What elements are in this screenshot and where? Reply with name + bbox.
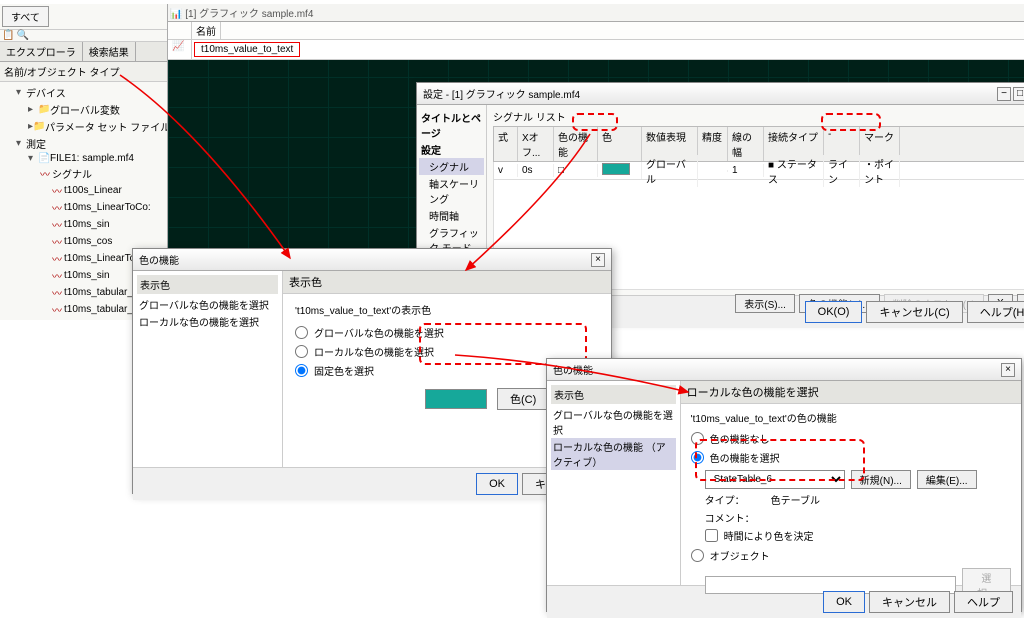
grid-cell[interactable]: ・ポイント — [860, 155, 900, 187]
section-title: 表示色 — [283, 271, 611, 294]
column-header[interactable]: 色 — [598, 127, 642, 161]
color-button[interactable]: 色(C) — [497, 388, 549, 410]
category-title-page[interactable]: タイトルとページ — [419, 109, 484, 141]
tree-node[interactable]: 〰t100s_Linear — [0, 182, 167, 199]
grid-row[interactable]: v0s□グローバル1■ ステータスライン・ポイント — [493, 162, 1024, 180]
explorer-tab[interactable]: エクスプローラ — [0, 42, 83, 61]
grid-cell[interactable]: 0s — [518, 164, 554, 177]
sidebar-header: 表示色 — [551, 385, 676, 404]
maximize-icon[interactable]: □ — [1013, 87, 1024, 101]
settings-category-item[interactable]: 時間軸 — [419, 207, 484, 224]
ok-button[interactable]: OK(O) — [805, 301, 863, 323]
settings-category-item[interactable]: シグナル — [419, 158, 484, 175]
signal-list-label: シグナル リスト — [493, 109, 1024, 124]
column-header[interactable]: 色の機能 — [554, 127, 598, 161]
sidebar-item-local[interactable]: ローカルな色の機能を選択 — [137, 313, 278, 330]
sidebar-item-local-active[interactable]: ローカルな色の機能 （アクティブ） — [551, 438, 676, 470]
search-results-tab[interactable]: 検索結果 — [83, 42, 136, 61]
column-header-name: 名前 — [192, 22, 221, 39]
section-title: ローカルな色の機能を選択 — [681, 381, 1021, 404]
column-header[interactable]: 式 — [494, 127, 518, 161]
color-function-dialog-2: 色の機能 × 表示色 グローバルな色の機能を選択 ローカルな色の機能 （アクティ… — [546, 358, 1022, 612]
grid-cell[interactable]: 1 — [728, 164, 764, 177]
type-label: タイプ： — [705, 492, 745, 507]
sidebar-item-global[interactable]: グローバルな色の機能を選択 — [551, 406, 676, 438]
radio-object[interactable]: オブジェクト — [691, 546, 1011, 565]
explorer-column-header: 名前/オブジェクト タイプ — [0, 62, 167, 82]
close-icon[interactable]: × — [591, 253, 605, 267]
grid-cell[interactable]: ライン — [824, 155, 860, 187]
time-color-checkbox[interactable]: 時間により色を決定 — [691, 528, 1011, 543]
filter-tab[interactable]: すべて — [2, 6, 49, 27]
function-combo[interactable]: StateTable_6 — [705, 470, 845, 489]
column-header[interactable]: 精度 — [698, 127, 728, 161]
toolbar-icon[interactable]: 🔍 — [16, 30, 28, 41]
help-button[interactable]: ヘルプ(H) — [967, 301, 1024, 323]
sidebar-item-global[interactable]: グローバルな色の機能を選択 — [137, 296, 278, 313]
category-settings[interactable]: 設定 — [419, 141, 484, 158]
dialog2-sidebar: 表示色 グローバルな色の機能を選択 ローカルな色の機能 （アクティブ） — [547, 381, 681, 585]
color-function-dialog-1: 色の機能 × 表示色 グローバルな色の機能を選択 ローカルな色の機能を選択 表示… — [132, 248, 612, 494]
grid-cell[interactable]: □ — [554, 164, 598, 177]
comment-label: コメント： — [705, 510, 755, 525]
radio-select-function[interactable]: 色の機能を選択 — [691, 448, 1011, 467]
radio-no-function[interactable]: 色の機能なし — [691, 429, 1011, 448]
action-button[interactable]: 表示(S)... — [735, 294, 795, 313]
ok-button[interactable]: OK — [476, 473, 518, 495]
tree-node[interactable]: 〰t10ms_sin — [0, 216, 167, 233]
description-text: 't10ms_value_to_text'の色の機能 — [691, 410, 1011, 425]
toolbar-icon[interactable]: 📋 — [2, 30, 14, 41]
grid-cell[interactable] — [698, 170, 728, 172]
grid-cell[interactable]: グローバル — [642, 155, 698, 187]
color-preview — [425, 389, 487, 409]
grid-cell[interactable]: ■ ステータス — [764, 155, 824, 187]
signal-name-field[interactable]: t10ms_value_to_text — [194, 42, 300, 57]
dialog-title: 色の機能 — [553, 362, 593, 377]
new-button[interactable]: 新規(N)... — [851, 470, 911, 489]
minimize-icon[interactable]: − — [997, 87, 1011, 101]
help-button[interactable]: ヘルプ — [954, 591, 1013, 613]
grid-cell[interactable]: v — [494, 164, 518, 177]
view-tab[interactable]: 📊 [1] グラフィック sample.mf4 — [170, 9, 313, 20]
dialog-title: 色の機能 — [139, 252, 179, 267]
tree-node[interactable]: ▾📄FILE1: sample.mf4 — [0, 152, 167, 165]
tree-node[interactable]: 〰シグナル — [0, 165, 167, 182]
tree-node[interactable]: ▸📁パラメータ セット ファイル — [0, 118, 167, 135]
tree-node[interactable]: ▸📁グローバル変数 — [0, 101, 167, 118]
grid-header: 式Xオフ...色の機能色数値表現精度線の幅接続タイプ-マーク — [493, 126, 1024, 162]
close-icon[interactable]: × — [1001, 363, 1015, 377]
grid-cell[interactable] — [598, 162, 642, 179]
sidebar-header: 表示色 — [137, 275, 278, 294]
dialog-title: 設定 - [1] グラフィック sample.mf4 — [423, 86, 580, 101]
type-value: 色テーブル — [771, 492, 820, 507]
description-text: 't10ms_value_to_text'の表示色 — [295, 302, 599, 317]
ok-button[interactable]: OK — [823, 591, 865, 613]
settings-category-item[interactable]: 軸スケーリング — [419, 175, 484, 207]
cancel-button[interactable]: キャンセル — [869, 591, 950, 613]
edit-button[interactable]: 編集(E)... — [917, 470, 977, 489]
cancel-button[interactable]: キャンセル(C) — [866, 301, 962, 323]
tree-node[interactable]: ▾デバイス — [0, 84, 167, 101]
column-header[interactable]: 線の幅 — [728, 127, 764, 161]
column-header[interactable]: Xオフ... — [518, 127, 554, 161]
radio-global-color[interactable]: グローバルな色の機能を選択 — [295, 323, 599, 342]
dialog1-sidebar: 表示色 グローバルな色の機能を選択 ローカルな色の機能を選択 — [133, 271, 283, 467]
tree-node[interactable]: 〰t10ms_LinearToCo: — [0, 199, 167, 216]
tree-node[interactable]: ▾測定 — [0, 135, 167, 152]
